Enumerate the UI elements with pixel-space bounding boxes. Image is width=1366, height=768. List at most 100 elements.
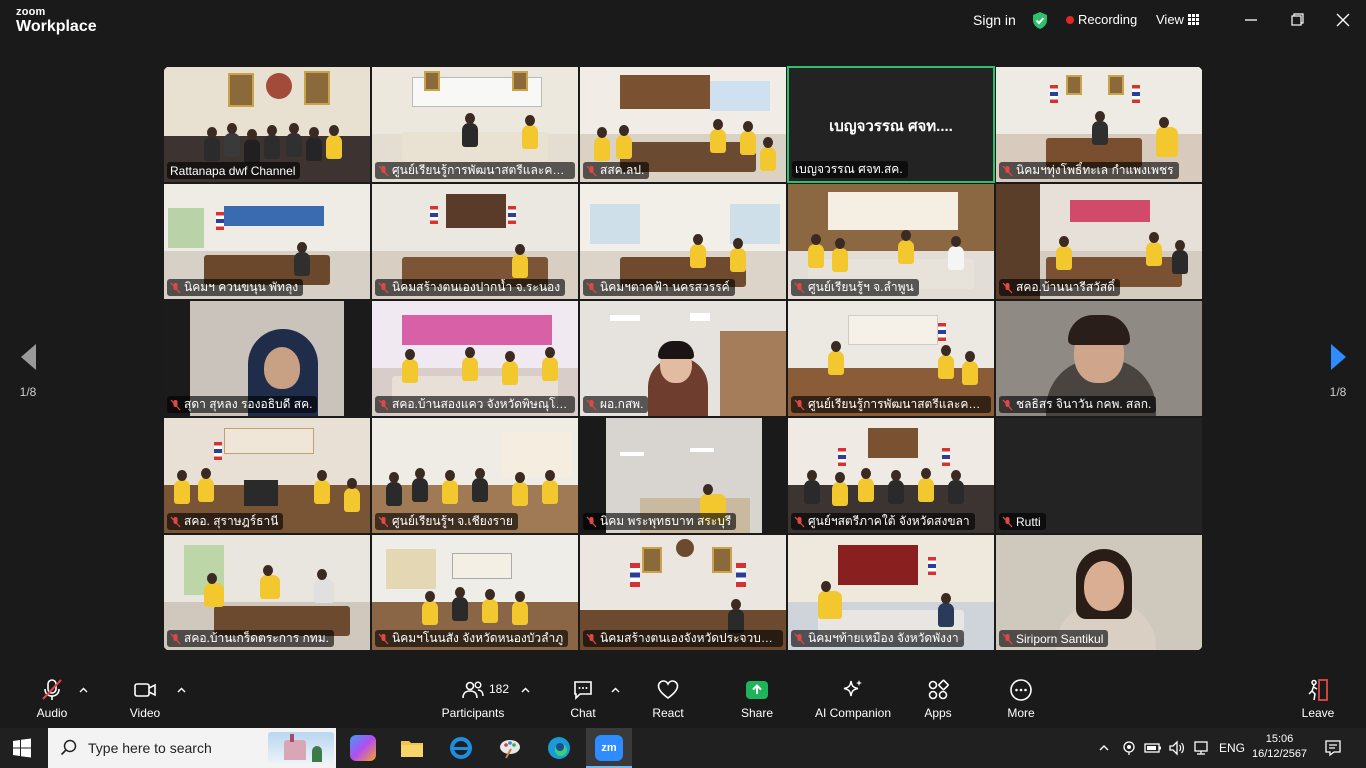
participant-name-label: นิคมฯท้ายเหมือง จังหวัดพังงา [791, 630, 964, 647]
ai-companion-button[interactable]: AI Companion [812, 678, 894, 720]
muted-mic-icon [794, 399, 805, 410]
video-gallery: Rattanapa dwf Channel ศูนย์เรียนรู้การพั… [163, 66, 1203, 651]
muted-mic-icon [1002, 516, 1013, 527]
participant-name-label: นิคมฯตาคฟ้า นครสวรรค์ [583, 279, 735, 296]
participant-tile[interactable]: ผอ.กสพ. [579, 300, 787, 417]
participant-tile[interactable]: ศูนย์เรียนรู้ฯ จ.เชียงราย [371, 417, 579, 534]
participant-tile[interactable]: นิคมสร้างตนเองปากน้ำ จ.ระนอง [371, 183, 579, 300]
participant-name-label: นิคม พระพุทธบาท สระบุรี [583, 513, 737, 530]
view-button[interactable]: View [1156, 12, 1184, 27]
participant-tile[interactable]: นิคมฯตาคฟ้า นครสวรรค์ [579, 183, 787, 300]
file-explorer-icon[interactable] [399, 735, 425, 761]
search-highlight-image [268, 732, 334, 764]
participant-tile[interactable]: Siriporn Santikul [995, 534, 1203, 651]
edge-browser-icon[interactable] [546, 735, 572, 761]
more-button[interactable]: More [1003, 678, 1039, 720]
clock-date: 16/12/2567 [1252, 748, 1308, 760]
paint-app-icon[interactable] [497, 735, 523, 761]
recording-indicator[interactable]: Recording [1078, 12, 1137, 27]
windows-start-icon[interactable] [12, 738, 32, 758]
participant-tile[interactable]: ศูนย์ฯสตรีภาคใต้ จังหวัดสงขลา [787, 417, 995, 534]
chevron-up-icon[interactable] [177, 686, 186, 695]
leave-button[interactable]: Leave [1300, 678, 1336, 720]
share-screen-button[interactable]: Share [738, 678, 776, 720]
close-icon[interactable] [1331, 9, 1355, 31]
participant-tile-active-speaker[interactable]: เบญจวรรณ ศจท.... เบญจวรรณ ศจท.สค. [787, 66, 995, 183]
network-icon[interactable] [1192, 740, 1210, 756]
muted-mic-icon [378, 516, 389, 527]
muted-mic-icon [586, 282, 597, 293]
react-button[interactable]: React [649, 678, 687, 720]
participant-tile[interactable]: Rattanapa dwf Channel [163, 66, 371, 183]
participant-tile[interactable]: นิคม พระพุทธบาท สระบุรี [579, 417, 787, 534]
participant-name-label: ศูนย์ฯสตรีภาคใต้ จังหวัดสงขลา [791, 513, 975, 530]
next-page-nav[interactable]: 1/8 [1323, 342, 1353, 399]
participant-name-label: Rutti [999, 513, 1046, 530]
chevron-up-icon[interactable] [521, 686, 530, 695]
muted-mic-icon [378, 165, 389, 176]
apps-button[interactable]: Apps [921, 678, 955, 720]
video-button[interactable]: Video [126, 678, 164, 720]
notifications-icon[interactable] [1324, 739, 1342, 757]
participant-tile[interactable]: สสค.ลป. [579, 66, 787, 183]
participant-tile[interactable]: นิคมฯทุ่งโพธิ์ทะเล กำแพงเพชร [995, 66, 1203, 183]
participant-tile[interactable]: ชลธิสร จินาวัน กคพ. สลก. [995, 300, 1203, 417]
previous-page-nav[interactable]: 1/8 [13, 342, 43, 399]
taskbar-clock[interactable]: 15:06 16/12/2567 [1252, 732, 1307, 762]
chevron-up-icon[interactable] [79, 686, 88, 695]
participant-tile[interactable]: สคอ.บ้านนารีสวัสดิ์ [995, 183, 1203, 300]
grid-view-icon[interactable] [1188, 14, 1199, 25]
video-camera-icon [134, 683, 156, 697]
participant-tile[interactable]: สคอ.บ้านสองแคว จังหวัดพิษณุโลก [371, 300, 579, 417]
participant-tile[interactable]: นิคมฯโนนสัง จังหวัดหนองบัวลำภู [371, 534, 579, 651]
restore-icon[interactable] [1285, 9, 1309, 31]
participant-tile[interactable]: นิคมฯท้ายเหมือง จังหวัดพังงา [787, 534, 995, 651]
apps-icon [928, 679, 949, 700]
zoom-taskbar-button[interactable]: zm [586, 728, 632, 768]
more-dots-icon [1010, 679, 1032, 701]
participant-tile[interactable]: สุดา สุหลง รองอธิบดี สค. [163, 300, 371, 417]
meeting-controls: Audio Video Participants 182 Chat React [0, 668, 1366, 727]
participants-icon [462, 681, 484, 699]
participant-name-label: นิคมฯทุ่งโพธิ์ทะเล กำแพงเพชร [999, 162, 1179, 179]
internet-explorer-icon[interactable] [448, 735, 474, 761]
camera-in-use-icon[interactable] [1121, 740, 1137, 756]
taskbar-search[interactable]: Type here to search [48, 728, 336, 768]
participant-tile[interactable]: ศูนย์เรียนรู้ฯ จ.ลำพูน [787, 183, 995, 300]
right-arrow-icon[interactable] [1328, 342, 1348, 372]
chat-button[interactable]: Chat [566, 678, 600, 720]
participant-name-label: นิคมสร้างตนเองจังหวัดประจวบคีรีขันธ์ [583, 630, 783, 647]
audio-button[interactable]: Audio [34, 678, 70, 720]
participant-tile[interactable]: นิคมฯ ควนขนุน พัทลุง [163, 183, 371, 300]
participant-placeholder-name: เบญจวรรณ ศจท.... [829, 118, 953, 135]
battery-icon[interactable] [1144, 741, 1162, 755]
participant-tile[interactable]: สคอ. สุราษฎร์ธานี [163, 417, 371, 534]
participant-name-label: นิคมสร้างตนเองปากน้ำ จ.ระนอง [375, 279, 566, 296]
participant-tile[interactable]: Rutti [995, 417, 1203, 534]
participant-tile[interactable]: ศูนย์เรียนรู้การพัฒนาสตรีและครอบ... [371, 66, 579, 183]
muted-mic-icon [586, 633, 597, 644]
sign-in-link[interactable]: Sign in [973, 12, 1016, 28]
encryption-shield-icon[interactable] [1031, 11, 1049, 30]
minimize-icon[interactable] [1239, 9, 1263, 31]
muted-mic-icon [586, 516, 597, 527]
chevron-up-icon[interactable] [1098, 742, 1110, 754]
participant-tile[interactable]: สคอ.บ้านเกร็ดตระการ กทม. [163, 534, 371, 651]
participant-name-label: สคอ.บ้านสองแคว จังหวัดพิษณุโลก [375, 396, 575, 413]
clock-time: 15:06 [1265, 733, 1294, 745]
muted-mic-icon [794, 633, 805, 644]
volume-icon[interactable] [1168, 740, 1186, 756]
copilot-icon[interactable] [350, 735, 376, 761]
muted-mic-icon [586, 165, 597, 176]
logo-line1: zoom [16, 6, 46, 18]
participant-name-label: Rattanapa dwf Channel [167, 162, 301, 179]
input-language-indicator[interactable]: ENG [1219, 741, 1245, 755]
muted-mic-icon [42, 679, 62, 700]
participant-tile[interactable]: ศูนย์เรียนรู้การพัฒนาสตรีและครอบ... [787, 300, 995, 417]
participant-name-label: ศูนย์เรียนรู้ฯ จ.เชียงราย [375, 513, 518, 530]
left-arrow-icon[interactable] [18, 342, 38, 372]
chevron-up-icon[interactable] [611, 686, 620, 695]
muted-mic-icon [170, 282, 181, 293]
participant-tile[interactable]: นิคมสร้างตนเองจังหวัดประจวบคีรีขันธ์ [579, 534, 787, 651]
participant-name-label: นิคมฯโนนสัง จังหวัดหนองบัวลำภู [375, 630, 569, 647]
